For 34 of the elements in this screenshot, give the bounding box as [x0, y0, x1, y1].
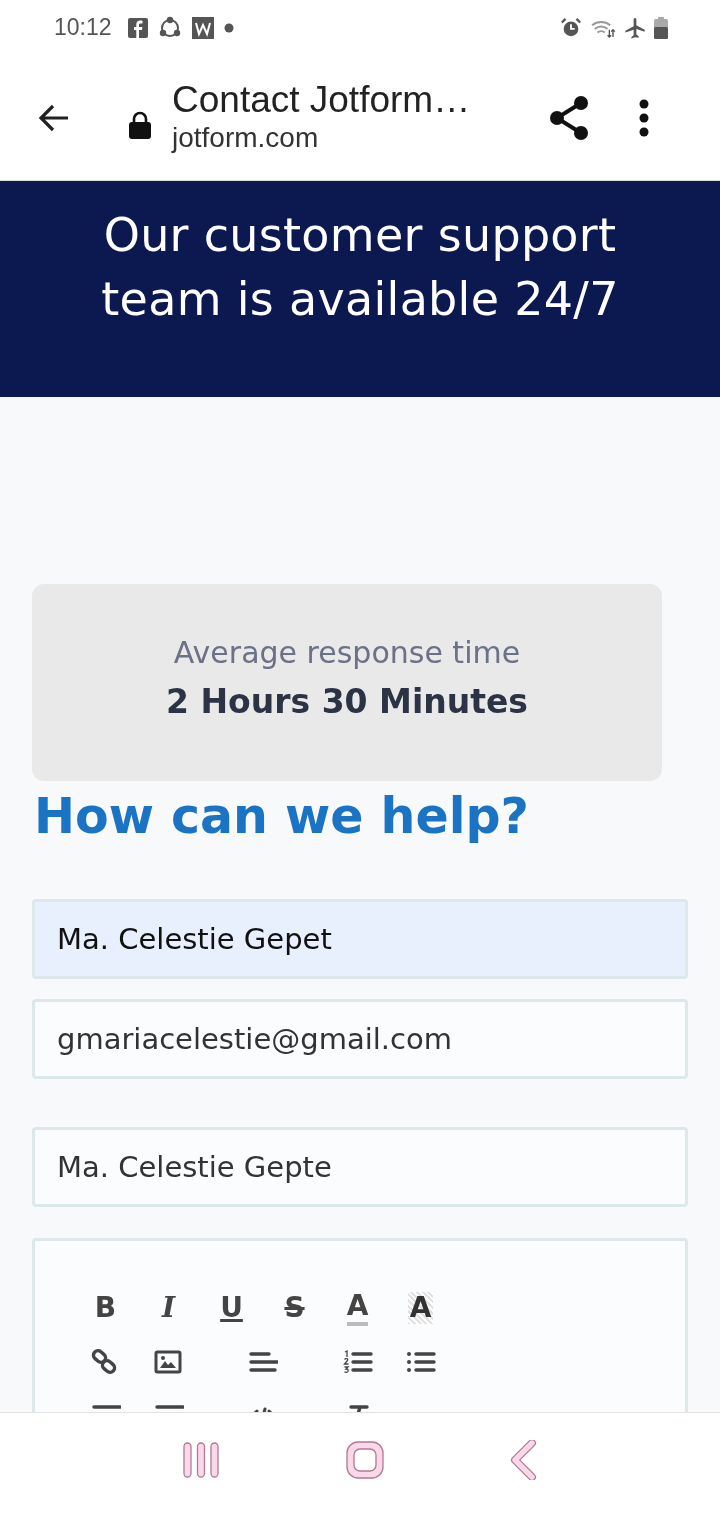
more-options-icon[interactable] — [639, 98, 649, 137]
underline-button[interactable]: U — [220, 1292, 243, 1324]
numbered-list-icon[interactable] — [342, 1349, 373, 1375]
text-color-button[interactable]: A — [346, 1290, 369, 1326]
notification-dot-icon — [223, 22, 234, 33]
back-icon[interactable] — [510, 1439, 538, 1480]
page-title: Contact Jotform… — [172, 77, 472, 122]
response-time-label: Average response time — [173, 634, 521, 670]
battery-icon — [654, 16, 668, 39]
strikethrough-button[interactable]: S — [284, 1292, 305, 1324]
image-icon[interactable] — [153, 1349, 184, 1375]
banner-text: Our customer support team is available 24/7 — [100, 207, 620, 328]
status-time: 10:12 — [54, 14, 112, 41]
email-field[interactable]: gmariacelestie@gmail.com — [32, 999, 688, 1079]
lock-icon — [128, 109, 152, 140]
name-field[interactable]: Ma. Celestie Gepet — [32, 899, 688, 979]
alarm-icon — [560, 16, 582, 39]
highlight-button[interactable]: A — [407, 1292, 434, 1324]
align-left-icon[interactable] — [248, 1349, 278, 1375]
subject-field[interactable]: Ma. Celestie Gepte — [32, 1127, 688, 1207]
home-icon[interactable] — [344, 1438, 386, 1481]
page-url: jotform.com — [172, 121, 320, 154]
message-editor[interactable]: B I U S A A — [32, 1238, 688, 1412]
italic-button[interactable]: I — [161, 1292, 176, 1324]
recent-apps-icon[interactable] — [182, 1440, 220, 1479]
airplane-icon — [624, 16, 646, 39]
w-app-icon — [191, 16, 214, 39]
bullet-list-icon[interactable] — [405, 1349, 436, 1375]
facebook-icon — [127, 17, 148, 38]
form-heading: How can we help? — [34, 787, 531, 847]
circle-nodes-icon — [157, 15, 182, 40]
bold-button[interactable]: B — [94, 1292, 117, 1324]
response-time-value: 2 Hours 30 Minutes — [166, 681, 528, 721]
share-icon[interactable] — [547, 94, 591, 141]
